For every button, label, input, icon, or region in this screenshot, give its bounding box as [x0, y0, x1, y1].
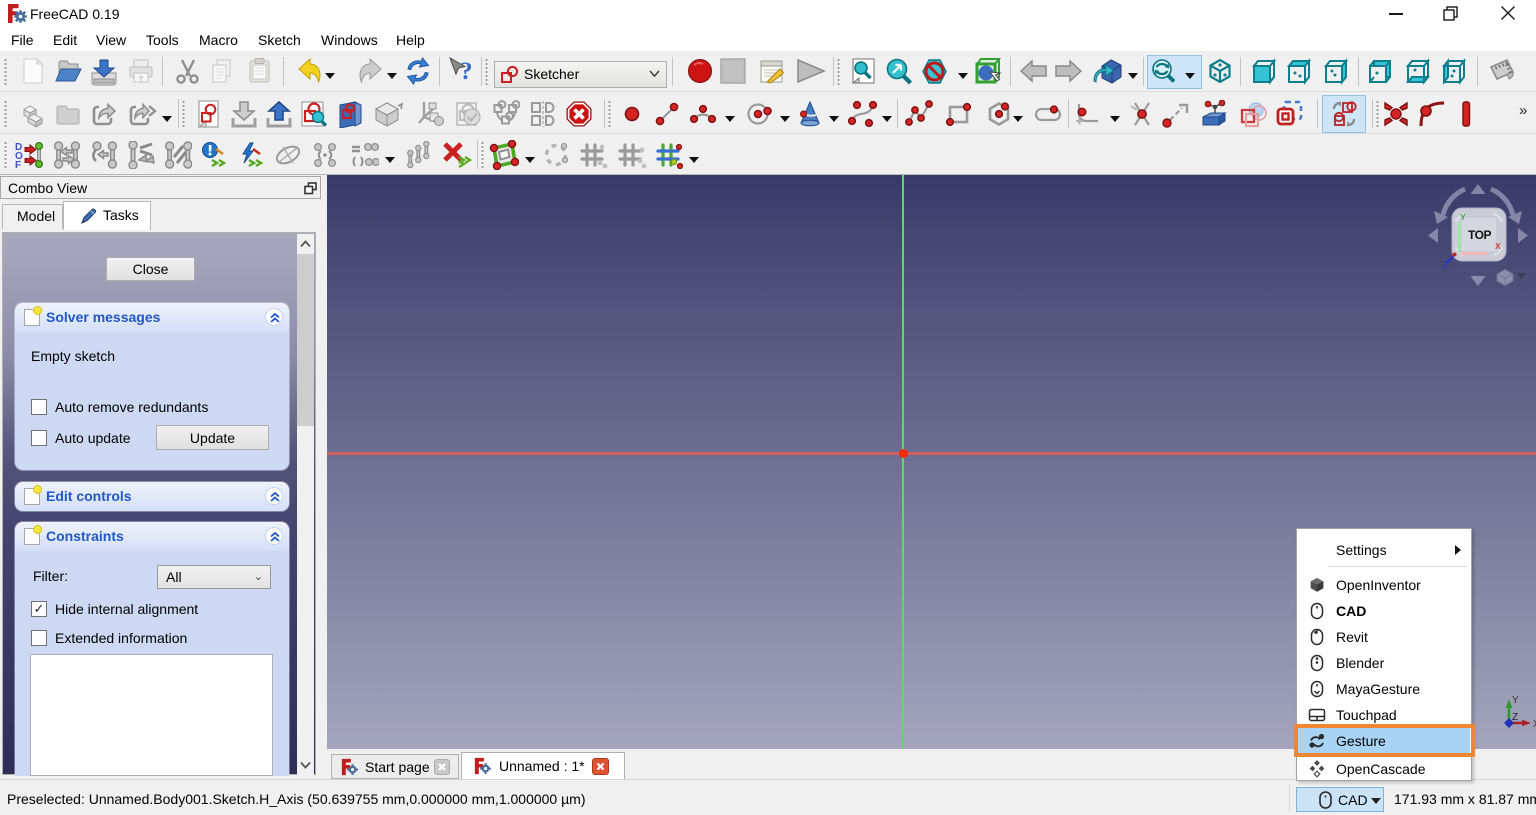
svg-text:Y: Y: [1460, 212, 1466, 222]
svg-text:X: X: [1495, 241, 1501, 251]
svg-text:Y: Y: [1512, 695, 1519, 706]
svg-text:TOP: TOP: [1468, 228, 1491, 242]
svg-text:?: ?: [460, 58, 473, 85]
svg-text:Z: Z: [1512, 712, 1518, 723]
svg-text:F: F: [15, 160, 21, 169]
